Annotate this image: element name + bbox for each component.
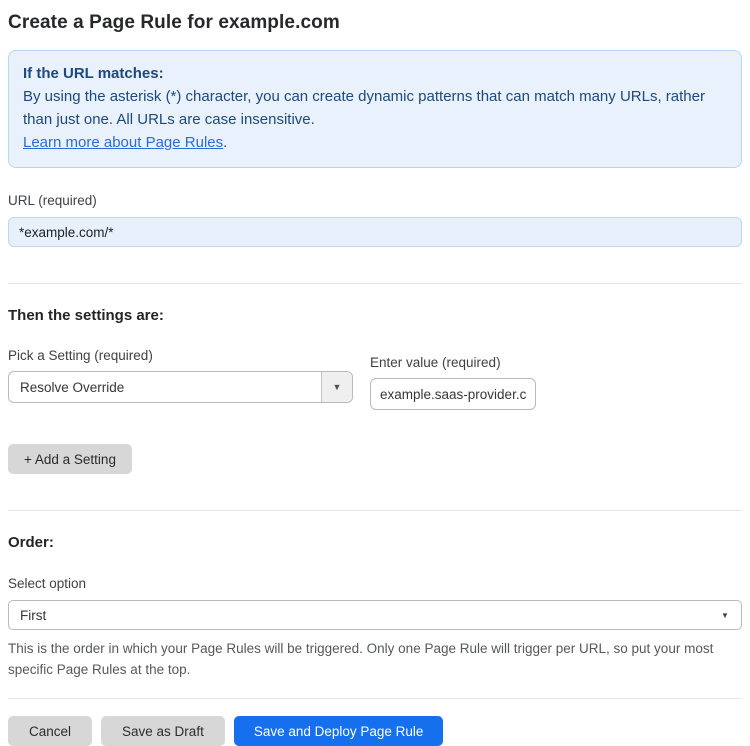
order-select[interactable]: First ▼ [8,600,742,630]
setting-select-value: Resolve Override [20,379,125,395]
order-select-label: Select option [8,576,87,591]
setting-value-column: Enter value (required) [370,324,536,410]
save-as-draft-button[interactable]: Save as Draft [101,716,225,746]
url-label: URL (required) [8,193,97,208]
add-setting-button[interactable]: + Add a Setting [8,444,132,474]
order-section-heading: Order: [8,534,54,551]
settings-row: Pick a Setting (required) Resolve Overri… [8,324,742,410]
setting-value-label: Enter value (required) [370,355,501,370]
setting-select-column: Pick a Setting (required) Resolve Overri… [8,324,353,403]
section-divider [8,283,742,284]
setting-value-input[interactable] [370,378,536,410]
url-match-info-box: If the URL matches: By using the asteris… [8,50,742,168]
setting-select-label: Pick a Setting (required) [8,348,153,363]
section-divider [8,510,742,511]
chevron-down-icon: ▼ [721,610,729,620]
cancel-button[interactable]: Cancel [8,716,93,746]
footer-divider [8,698,742,699]
chevron-down-icon[interactable]: ▼ [321,372,352,402]
settings-section-heading: Then the settings are: [8,307,164,324]
page-title: Create a Page Rule for example.com [8,12,340,33]
learn-more-link[interactable]: Learn more about Page Rules [23,134,223,151]
info-box-heading: If the URL matches: [23,65,164,82]
create-page-rule-form: Create a Page Rule for example.com If th… [0,0,750,746]
footer-button-row: Cancel Save as Draft Save and Deploy Pag… [8,716,742,746]
info-box-link-line: Learn more about Page Rules. [23,131,727,154]
order-helper-text: This is the order in which your Page Rul… [8,641,714,677]
info-box-body: By using the asterisk (*) character, you… [23,88,705,128]
link-suffix: . [223,134,228,151]
url-input[interactable] [8,217,742,247]
save-and-deploy-button[interactable]: Save and Deploy Page Rule [233,716,444,746]
order-select-value: First [20,607,47,623]
setting-select[interactable]: Resolve Override ▼ [8,371,353,403]
